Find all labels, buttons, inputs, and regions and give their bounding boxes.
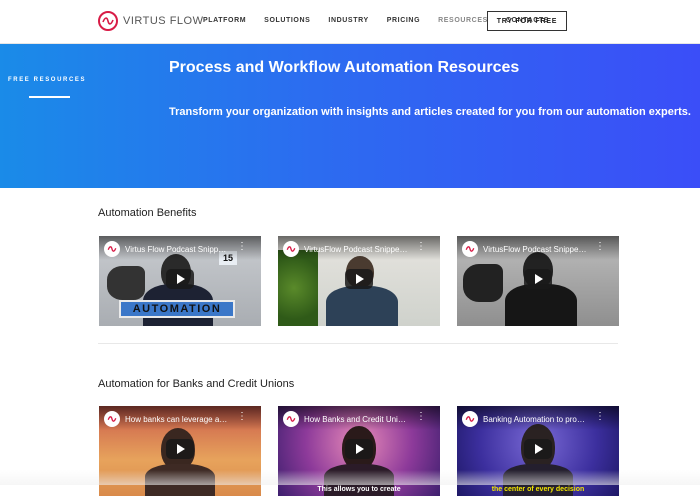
section-divider [98, 343, 618, 344]
video-card[interactable]: 15 AUTOMATION Virtus Flow Podcast Snipp…… [99, 236, 261, 326]
video-title[interactable]: VirtusFlow Podcast Snippe… [483, 245, 603, 254]
page-title: Process and Workflow Automation Resource… [169, 59, 520, 76]
page-subtitle: Transform your organization with insight… [169, 106, 691, 118]
virtus-flow-logo-icon [104, 411, 120, 427]
virtus-flow-logo-icon [98, 11, 118, 31]
page-bottom-fade [0, 470, 700, 485]
try-for-free-button[interactable]: TRY FOR FREE [487, 11, 567, 31]
more-vertical-icon[interactable]: ⋮ [595, 242, 605, 252]
play-icon[interactable] [524, 269, 552, 289]
more-vertical-icon[interactable]: ⋮ [416, 412, 426, 422]
video-title[interactable]: How banks can leverage a… [125, 415, 245, 424]
play-icon[interactable] [345, 439, 373, 459]
play-icon[interactable] [166, 269, 194, 289]
nav-resources[interactable]: RESOURCES [438, 17, 488, 24]
virtus-flow-logo-icon [104, 241, 120, 257]
video-caption: the center of every decision [491, 486, 585, 493]
more-vertical-icon[interactable]: ⋮ [237, 242, 247, 252]
virtus-flow-logo-icon [462, 411, 478, 427]
video-card[interactable]: VirtusFlow Podcast Snippe… ⋮ [278, 236, 440, 326]
video-title[interactable]: VirtusFlow Podcast Snippe… [304, 245, 424, 254]
site-header: VIRTUS FLOW PLATFORM SOLUTIONS INDUSTRY … [0, 0, 700, 44]
virtus-flow-logo-icon [462, 241, 478, 257]
video-title[interactable]: How Banks and Credit Uni… [304, 415, 424, 424]
free-resources-label: FREE RESOURCES [8, 77, 87, 83]
video-card[interactable]: VirtusFlow Podcast Snippe… ⋮ [457, 236, 619, 326]
video-title[interactable]: Virtus Flow Podcast Snipp… [125, 245, 245, 254]
logo-text: VIRTUS FLOW [123, 15, 204, 27]
more-vertical-icon[interactable]: ⋮ [595, 412, 605, 422]
nav-platform[interactable]: PLATFORM [203, 17, 246, 24]
virtus-flow-logo-icon [283, 411, 299, 427]
overlay-automation-banner: AUTOMATION [119, 300, 235, 318]
play-icon[interactable] [166, 439, 194, 459]
virtus-flow-logo-icon [283, 241, 299, 257]
section-title-banks-credit-unions: Automation for Banks and Credit Unions [98, 378, 295, 390]
nav-pricing[interactable]: PRICING [387, 17, 420, 24]
video-title[interactable]: Banking Automation to pro… [483, 415, 603, 424]
video-caption: This allows you to create [317, 486, 401, 493]
side-label-underline [29, 96, 70, 98]
hero-banner: FREE RESOURCES Process and Workflow Auto… [0, 44, 700, 188]
more-vertical-icon[interactable]: ⋮ [416, 242, 426, 252]
more-vertical-icon[interactable]: ⋮ [237, 412, 247, 422]
nav-industry[interactable]: INDUSTRY [328, 17, 368, 24]
virtus-flow-logo[interactable]: VIRTUS FLOW [98, 11, 203, 31]
play-icon[interactable] [524, 439, 552, 459]
nav-solutions[interactable]: SOLUTIONS [264, 17, 310, 24]
play-icon[interactable] [345, 269, 373, 289]
section-title-automation-benefits: Automation Benefits [98, 207, 197, 219]
